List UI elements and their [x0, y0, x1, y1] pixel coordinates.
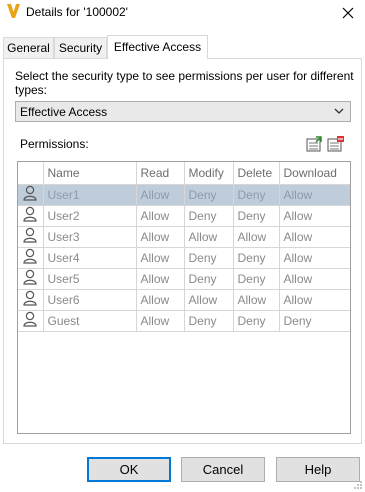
cell-read: Allow [136, 205, 185, 227]
cell-read: Allow [136, 226, 185, 248]
resize-grip-icon[interactable] [353, 480, 363, 490]
user-icon [18, 205, 44, 227]
cell-modify: Deny [184, 268, 234, 290]
cell-download: Allow [279, 226, 350, 248]
security-type-value: Effective Access [20, 105, 108, 119]
user-icon [18, 226, 44, 248]
user-icon [18, 247, 44, 269]
user-icon [18, 289, 44, 311]
cell-download: Allow [279, 289, 350, 311]
cell-download: Allow [279, 247, 350, 269]
effective-access-panel: Select the security type to see permissi… [3, 58, 362, 444]
instruction-text: Select the security type to see permissi… [15, 69, 354, 97]
user-icon [18, 310, 44, 332]
empty-row [18, 394, 350, 415]
cell-delete: Deny [233, 205, 280, 227]
cell-read: Allow [136, 289, 185, 311]
table-row[interactable]: User3 Allow Allow Allow Allow [18, 226, 350, 248]
user-icon [18, 268, 44, 290]
user-icon [18, 184, 44, 206]
table-row[interactable]: Guest Allow Deny Deny Deny [18, 310, 350, 332]
empty-row [18, 352, 350, 373]
table-row[interactable]: User4 Allow Deny Deny Allow [18, 247, 350, 269]
export-icon[interactable] [306, 136, 324, 152]
cell-read: Allow [136, 184, 185, 206]
table-row[interactable]: User5 Allow Deny Deny Allow [18, 268, 350, 290]
tab-general[interactable]: General [3, 37, 54, 58]
cell-read: Allow [136, 310, 185, 332]
cell-name: User6 [43, 289, 137, 311]
report-icon[interactable] [327, 136, 345, 152]
cell-download: Deny [279, 310, 350, 332]
close-icon [342, 7, 354, 19]
cell-download: Allow [279, 268, 350, 290]
cell-download: Allow [279, 205, 350, 227]
cell-modify: Allow [184, 226, 234, 248]
table-row[interactable]: User1 Allow Deny Deny Allow [18, 184, 350, 206]
cell-name: Guest [43, 310, 137, 332]
column-header-read[interactable]: Read [136, 162, 185, 185]
vault-logo-icon [7, 4, 20, 18]
column-header-modify[interactable]: Modify [184, 162, 234, 185]
column-header-icon [18, 162, 44, 185]
cell-delete: Deny [233, 247, 280, 269]
cell-modify: Deny [184, 205, 234, 227]
empty-row [18, 373, 350, 394]
cell-delete: Deny [233, 268, 280, 290]
permissions-label: Permissions: [20, 137, 89, 151]
column-header-delete[interactable]: Delete [233, 162, 280, 185]
cell-name: User3 [43, 226, 137, 248]
cell-modify: Deny [184, 247, 234, 269]
help-button[interactable]: Help [276, 457, 360, 482]
chevron-down-icon [334, 108, 344, 114]
empty-row [18, 331, 350, 352]
table-row[interactable]: User6 Allow Allow Allow Allow [18, 289, 350, 311]
cell-delete: Deny [233, 184, 280, 206]
cell-modify: Deny [184, 184, 234, 206]
title-bar: Details for '100002' [0, 0, 365, 26]
cell-modify: Deny [184, 310, 234, 332]
cell-delete: Allow [233, 289, 280, 311]
cancel-button[interactable]: Cancel [181, 457, 265, 482]
table-row[interactable]: User2 Allow Deny Deny Allow [18, 205, 350, 227]
tab-security[interactable]: Security [54, 37, 107, 58]
security-type-dropdown[interactable]: Effective Access [15, 101, 351, 122]
cell-read: Allow [136, 247, 185, 269]
ok-button[interactable]: OK [87, 457, 171, 482]
column-header-name[interactable]: Name [43, 162, 137, 185]
tab-effective-access[interactable]: Effective Access [107, 35, 208, 59]
grid-header: Name Read Modify Delete Download [18, 162, 350, 185]
close-button[interactable] [331, 0, 365, 26]
cell-name: User5 [43, 268, 137, 290]
cell-name: User2 [43, 205, 137, 227]
window-title: Details for '100002' [26, 5, 128, 19]
cell-name: User4 [43, 247, 137, 269]
cell-modify: Allow [184, 289, 234, 311]
cell-name: User1 [43, 184, 137, 206]
cell-delete: Deny [233, 310, 280, 332]
cell-download: Allow [279, 184, 350, 206]
cell-read: Allow [136, 268, 185, 290]
permissions-grid[interactable]: Name Read Modify Delete Download User1 Al… [17, 161, 351, 434]
column-header-download[interactable]: Download [279, 162, 350, 185]
cell-delete: Allow [233, 226, 280, 248]
